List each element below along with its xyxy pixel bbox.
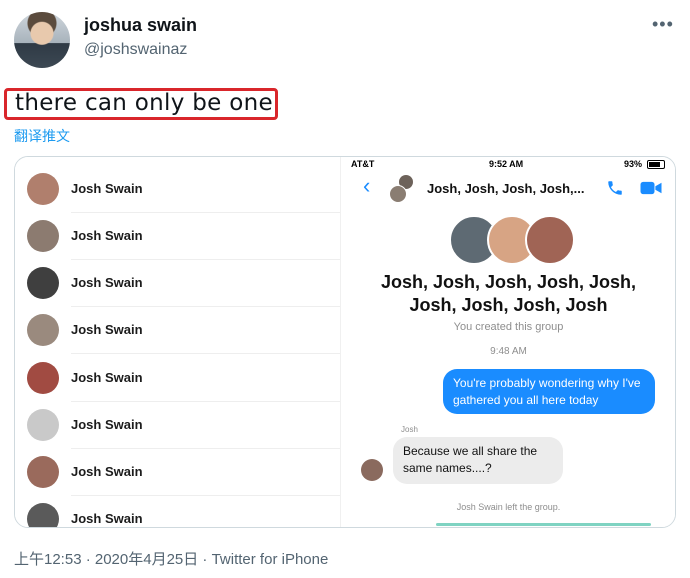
status-time: 9:52 AM xyxy=(489,159,524,169)
contact-avatar xyxy=(27,220,59,252)
contact-row: Josh Swain xyxy=(15,402,340,449)
contact-name: Josh Swain xyxy=(71,181,143,196)
more-dots-icon[interactable]: ••• xyxy=(652,14,674,34)
translate-tweet-link[interactable]: 翻译推文 xyxy=(14,126,70,146)
contact-avatar xyxy=(27,456,59,488)
contact-avatar xyxy=(27,362,59,394)
contact-row: Josh Swain xyxy=(15,307,340,354)
message-timestamp: 9:48 AM xyxy=(490,346,527,357)
group-chat-panel: AT&T 9:52 AM 93% ‹ Josh, Josh, Josh, Jos… xyxy=(340,157,675,527)
outgoing-message-bubble: You're probably wondering why I've gathe… xyxy=(443,369,655,414)
tweet-media-image[interactable]: Josh Swain Josh Swain Josh Swain Josh Sw… xyxy=(14,156,676,528)
back-chevron-icon: ‹ xyxy=(363,173,371,198)
tweet-timestamp[interactable]: 上午12:53 · 2020年4月25日 · Twitter for iPhon… xyxy=(14,548,328,569)
incoming-message-bubble: Because we all share the same names....? xyxy=(393,437,563,484)
sender-name: Josh xyxy=(401,425,418,434)
contact-row: Josh Swain xyxy=(15,355,340,402)
contact-row: Josh Swain xyxy=(15,260,340,307)
status-bar: AT&T 9:52 AM 93% xyxy=(341,157,675,171)
contact-name: Josh Swain xyxy=(71,417,143,432)
contact-list: Josh Swain Josh Swain Josh Swain Josh Sw… xyxy=(15,157,340,527)
contact-avatar xyxy=(27,173,59,205)
group-created-note: You created this group xyxy=(453,321,564,333)
contact-name: Josh Swain xyxy=(71,322,143,337)
carrier-label: AT&T xyxy=(351,159,375,169)
contact-row: Josh Swain xyxy=(15,166,340,213)
user-handle[interactable]: @joshswainaz xyxy=(84,41,187,59)
group-name: Josh, Josh, Josh, Josh, Josh, Josh, Josh… xyxy=(341,271,675,317)
display-name[interactable]: joshua swain xyxy=(84,15,197,36)
contact-name: Josh Swain xyxy=(71,370,143,385)
contact-name: Josh Swain xyxy=(71,464,143,479)
contact-row: Josh Swain xyxy=(15,496,340,527)
contact-row: Josh Swain xyxy=(15,213,340,260)
group-avatars xyxy=(449,215,575,265)
contact-name: Josh Swain xyxy=(71,511,143,526)
battery-icon xyxy=(647,160,665,169)
contact-avatar xyxy=(27,267,59,299)
battery-percent: 93% xyxy=(624,159,643,169)
tweet-text: there can only be one xyxy=(4,88,278,120)
phone-icon xyxy=(608,181,622,195)
divider xyxy=(71,353,340,354)
contact-avatar xyxy=(27,409,59,441)
contact-row: Josh Swain xyxy=(15,449,340,496)
system-message: Josh Swain left the group. xyxy=(456,502,561,512)
conversation-title: Josh, Josh, Josh, Josh,... xyxy=(427,181,585,196)
contact-name: Josh Swain xyxy=(71,275,143,290)
sender-avatar xyxy=(361,459,383,481)
group-name-line-1: Josh, Josh, Josh, Josh, Josh, xyxy=(380,272,637,292)
group-header-avatars xyxy=(389,175,417,203)
contact-name: Josh Swain xyxy=(71,228,143,243)
home-indicator xyxy=(436,523,651,526)
contact-avatar xyxy=(27,503,59,527)
video-camera-icon xyxy=(640,181,662,195)
profile-avatar[interactable] xyxy=(14,12,70,68)
group-name-line-2: Josh, Josh, Josh, Josh xyxy=(409,295,608,315)
contact-avatar xyxy=(27,314,59,346)
